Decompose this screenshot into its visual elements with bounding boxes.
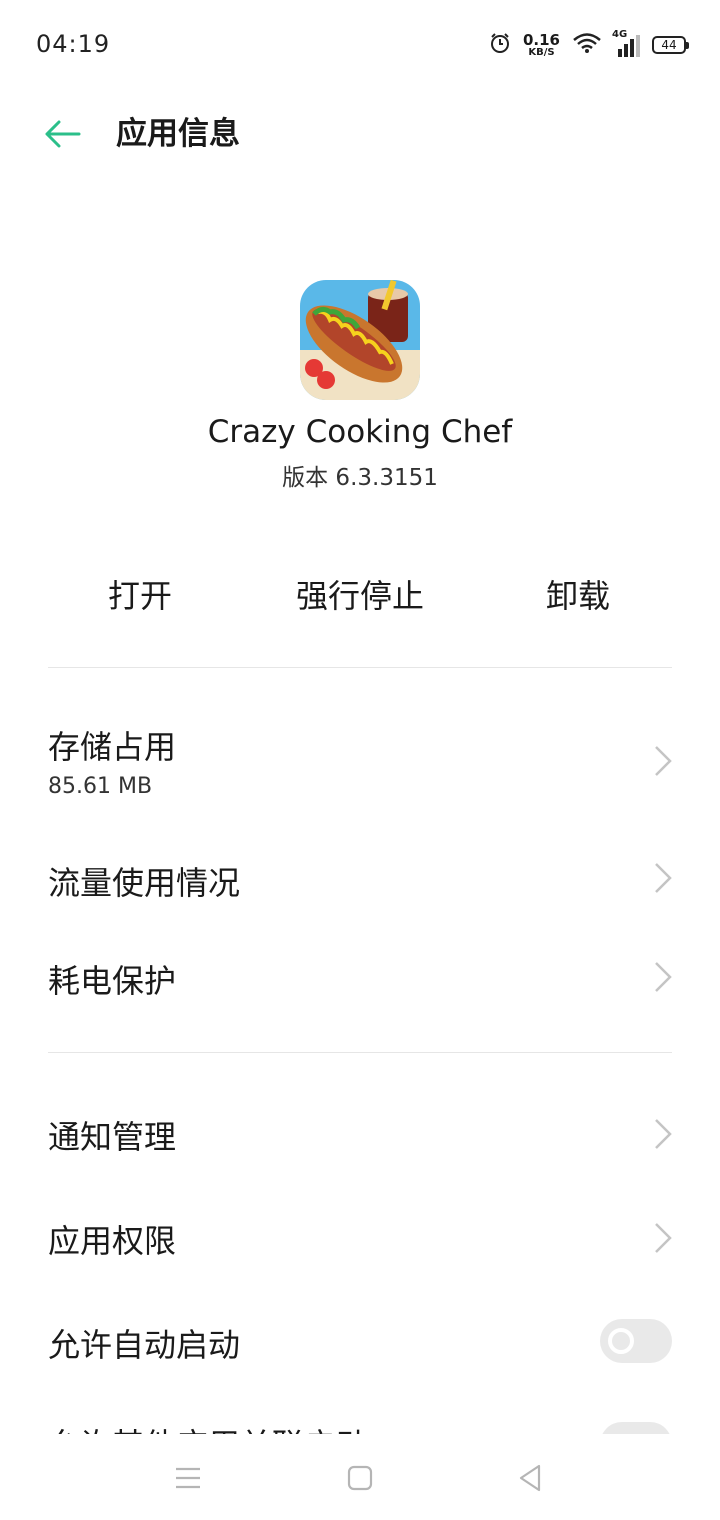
uninstall-button[interactable]: 卸载 [478, 560, 678, 632]
back-button[interactable] [40, 112, 84, 156]
permissions-row[interactable]: 应用权限 [0, 1190, 720, 1286]
status-bar: 04:19 0.16 KB/S 4G 44 [0, 0, 720, 90]
page-title: 应用信息 [116, 116, 240, 152]
auto-start-label: 允许自动启动 [48, 1326, 241, 1364]
storage-label: 存储占用 [48, 728, 177, 766]
notification-label: 通知管理 [48, 1118, 177, 1156]
auto-start-row: 允许自动启动 [0, 1294, 720, 1390]
network-speed: 0.16 KB/S [522, 30, 560, 58]
open-button[interactable]: 打开 [40, 560, 240, 632]
back-triangle-icon [519, 1464, 541, 1492]
storage-row[interactable]: 存储占用 85.61 MB [0, 700, 720, 820]
navigation-bar [0, 1434, 720, 1520]
action-bar: 打开 强行停止 卸载 [0, 560, 720, 632]
associated-start-toggle[interactable] [600, 1422, 672, 1434]
net-speed-unit: KB/S [528, 46, 555, 58]
chevron-right-icon [655, 863, 672, 893]
chevron-right-icon [655, 1223, 672, 1253]
menu-button[interactable] [168, 1458, 208, 1498]
data-usage-row[interactable]: 流量使用情况 [0, 830, 720, 926]
notification-row[interactable]: 通知管理 [0, 1086, 720, 1182]
auto-start-toggle[interactable] [600, 1319, 672, 1363]
data-usage-label: 流量使用情况 [48, 864, 241, 902]
app-icon [300, 280, 420, 400]
cellular-signal-icon: 4G [612, 29, 640, 57]
permissions-label: 应用权限 [48, 1222, 177, 1260]
storage-value: 85.61 MB [48, 774, 153, 799]
chevron-right-icon [655, 962, 672, 992]
chevron-right-icon [655, 746, 672, 776]
associated-start-label: 允许其他应用关联启动 [48, 1420, 368, 1434]
app-name: Crazy Cooking Chef [207, 414, 513, 450]
menu-icon [176, 1467, 200, 1489]
battery-protect-label: 耗电保护 [48, 962, 177, 1000]
divider [48, 667, 672, 668]
wifi-icon [572, 32, 602, 58]
status-time: 04:19 [36, 30, 111, 58]
toggle-knob [608, 1328, 634, 1354]
status-icons: 0.16 KB/S 4G 44 [489, 29, 689, 60]
signal-label: 4G [612, 29, 628, 40]
home-square-icon [347, 1465, 373, 1491]
home-button[interactable] [340, 1458, 380, 1498]
back-arrow-icon [45, 120, 81, 148]
net-speed-value: 0.16 [522, 30, 560, 49]
back-nav-button[interactable] [510, 1458, 550, 1498]
battery-protect-row[interactable]: 耗电保护 [0, 930, 720, 1026]
chevron-right-icon [655, 1119, 672, 1149]
app-version: 版本 6.3.3151 [282, 465, 438, 491]
associated-start-row[interactable]: 允许其他应用关联启动 [0, 1408, 720, 1434]
divider [48, 1052, 672, 1053]
battery-icon: 44 [652, 36, 689, 54]
alarm-icon [489, 32, 511, 58]
force-stop-button[interactable]: 强行停止 [240, 560, 480, 632]
